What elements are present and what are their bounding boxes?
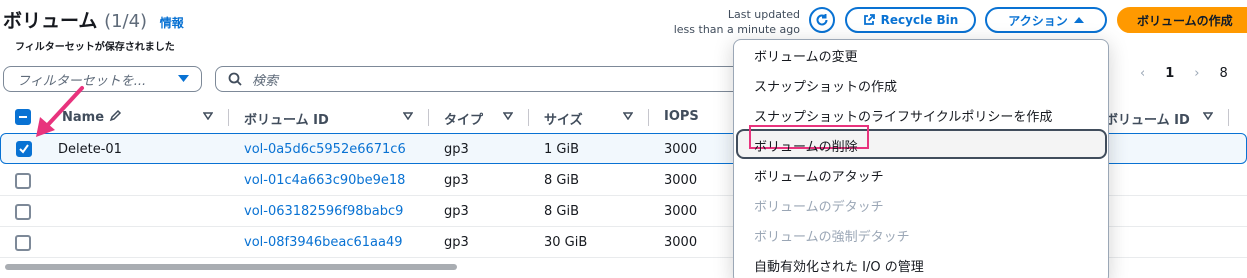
column-divider[interactable] bbox=[528, 109, 529, 126]
row-checkbox[interactable] bbox=[16, 141, 32, 157]
actions-label: アクション bbox=[1008, 13, 1068, 28]
saved-filter-label: フィルターセットが保存されました bbox=[15, 42, 175, 53]
menu-item-detach-volume: ボリュームのデタッチ bbox=[754, 200, 884, 215]
cell-size: 8 GiB bbox=[544, 173, 580, 188]
create-volume-button[interactable]: ボリュームの作成 bbox=[1117, 7, 1247, 33]
search-icon bbox=[228, 72, 242, 86]
pagination: ‹ 1 › 8 bbox=[1140, 66, 1228, 81]
selection-count: (1/4) bbox=[104, 11, 148, 32]
recycle-bin-button[interactable]: Recycle Bin bbox=[845, 7, 976, 33]
refresh-icon bbox=[816, 14, 828, 26]
cell-volume-id[interactable]: vol-0a5d6c5952e6671c6 bbox=[244, 142, 406, 157]
menu-item-attach-volume[interactable]: ボリュームのアタッチ bbox=[754, 166, 884, 185]
menu-item-create-snapshot[interactable]: スナップショットの作成 bbox=[754, 76, 897, 95]
caret-up-icon bbox=[1073, 17, 1084, 23]
cell-volume-id[interactable]: vol-063182596f98babc9 bbox=[244, 204, 403, 219]
column-iops[interactable]: IOPS bbox=[664, 109, 699, 124]
page-number[interactable]: 1 bbox=[1165, 66, 1174, 81]
page-number-partial[interactable]: 8 bbox=[1219, 66, 1227, 81]
horizontal-scrollbar[interactable] bbox=[5, 264, 457, 270]
last-updated-value: less than a minute ago bbox=[673, 23, 800, 36]
sort-caret-icon[interactable] bbox=[203, 112, 213, 120]
indeterminate-icon bbox=[19, 116, 27, 118]
sort-caret-icon[interactable] bbox=[503, 112, 513, 120]
column-size[interactable]: サイズ bbox=[544, 109, 583, 128]
info-link[interactable]: 情報 bbox=[160, 16, 184, 30]
sort-caret-icon[interactable] bbox=[403, 112, 413, 120]
cell-type: gp3 bbox=[444, 142, 469, 157]
caret-down-icon bbox=[178, 75, 189, 82]
menu-item-force-detach-volume: ボリュームの強制デタッチ bbox=[754, 230, 910, 245]
cell-name: Delete-01 bbox=[58, 142, 122, 157]
cell-type: gp3 bbox=[444, 204, 469, 219]
cell-size: 8 GiB bbox=[544, 204, 580, 219]
menu-item-delete-volume[interactable]: ボリュームの削除 bbox=[754, 136, 858, 155]
pencil-icon bbox=[109, 109, 121, 122]
cell-size: 1 GiB bbox=[544, 142, 580, 157]
cell-iops: 3000 bbox=[664, 173, 698, 188]
cell-iops: 3000 bbox=[664, 235, 698, 250]
next-page-icon[interactable]: › bbox=[1194, 66, 1199, 81]
column-type[interactable]: タイプ bbox=[444, 109, 483, 128]
cell-iops: 3000 bbox=[664, 204, 698, 219]
cell-size: 30 GiB bbox=[544, 235, 588, 250]
row-checkbox[interactable] bbox=[15, 235, 31, 251]
column-name-label: Name bbox=[62, 110, 105, 125]
cell-volume-id[interactable]: vol-01c4a663c90be9e18 bbox=[244, 173, 405, 188]
create-volume-label: ボリュームの作成 bbox=[1137, 13, 1233, 28]
last-updated-label: Last updated bbox=[727, 8, 800, 21]
search-input[interactable]: 検索 bbox=[215, 66, 755, 92]
column-volume-id[interactable]: ボリューム ID bbox=[244, 109, 329, 128]
last-updated: Last updated less than a minute ago bbox=[660, 7, 800, 37]
recycle-bin-label: Recycle Bin bbox=[880, 13, 959, 27]
row-checkbox[interactable] bbox=[15, 173, 31, 189]
cell-type: gp3 bbox=[444, 235, 469, 250]
column-name[interactable]: Name bbox=[62, 109, 122, 125]
external-link-icon bbox=[863, 14, 875, 25]
column-snapshot-volume-id[interactable]: ボリューム ID bbox=[1105, 109, 1190, 128]
refresh-button[interactable] bbox=[809, 7, 835, 33]
menu-item-manage-auto-enabled-io[interactable]: 自動有効化された I/O の管理 bbox=[754, 256, 924, 275]
actions-menu: ボリュームの変更 スナップショットの作成 スナップショットのライフサイクルポリシ… bbox=[733, 39, 1109, 278]
column-divider[interactable] bbox=[1228, 109, 1229, 126]
page-title-text: ボリューム bbox=[3, 10, 98, 32]
cell-iops: 3000 bbox=[664, 142, 698, 157]
sort-caret-icon[interactable] bbox=[1203, 112, 1213, 120]
cell-type: gp3 bbox=[444, 173, 469, 188]
saved-filter-placeholder: フィルターセットを... bbox=[17, 73, 147, 89]
row-checkbox[interactable] bbox=[15, 204, 31, 220]
column-divider[interactable] bbox=[648, 109, 649, 126]
cell-volume-id[interactable]: vol-08f3946beac61aa49 bbox=[244, 235, 403, 250]
saved-filter-select[interactable]: フィルターセットを... bbox=[3, 66, 202, 92]
search-placeholder: 検索 bbox=[252, 73, 279, 89]
menu-item-create-snapshot-lifecycle-policy[interactable]: スナップショットのライフサイクルポリシーを作成 bbox=[754, 106, 1052, 125]
menu-item-modify-volume[interactable]: ボリュームの変更 bbox=[754, 46, 858, 65]
actions-dropdown-button[interactable]: アクション bbox=[985, 7, 1107, 33]
previous-page-icon[interactable]: ‹ bbox=[1140, 66, 1145, 81]
checkmark-icon bbox=[19, 144, 29, 154]
column-divider[interactable] bbox=[428, 109, 429, 126]
column-divider[interactable] bbox=[228, 109, 229, 126]
page-title: ボリューム (1/4) 情報 bbox=[3, 6, 184, 33]
sort-caret-icon[interactable] bbox=[623, 112, 633, 120]
select-all-checkbox[interactable] bbox=[15, 109, 31, 125]
